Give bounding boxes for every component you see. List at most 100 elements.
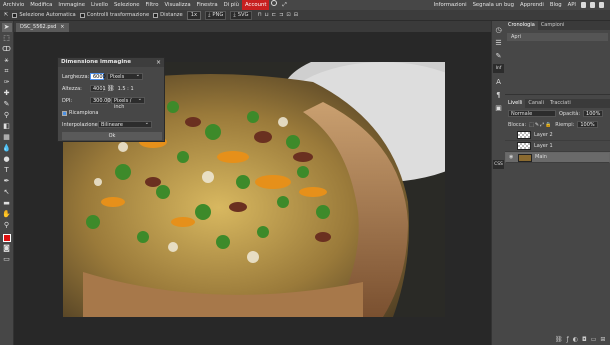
path-select-tool-icon[interactable]: ↖	[2, 188, 12, 197]
tab-history[interactable]: Cronologia	[505, 21, 538, 30]
close-icon[interactable]: ×	[60, 23, 64, 32]
menu-select[interactable]: Selezione	[111, 0, 142, 10]
history-item[interactable]: Apri	[507, 33, 608, 41]
resample-checkbox[interactable]	[62, 110, 67, 116]
eraser-tool-icon[interactable]: ◧	[2, 122, 12, 131]
quick-mask-icon[interactable]: ◙	[2, 244, 12, 253]
paragraph-icon[interactable]: ¶	[494, 90, 503, 99]
menu-learn[interactable]: Apprendi	[517, 0, 547, 10]
menu-api[interactable]: API	[565, 0, 579, 10]
magic-wand-tool-icon[interactable]: ⚹	[2, 56, 12, 65]
width-unit-select[interactable]: Pixels	[107, 72, 143, 80]
new-layer-icon[interactable]: ⊞	[600, 336, 605, 343]
zoom-tool-icon[interactable]: ⚲	[2, 221, 12, 230]
shape-tool-icon[interactable]: ▬	[2, 199, 12, 208]
screen-mode-icon[interactable]: ▭	[2, 255, 12, 264]
width-input[interactable]: 6000	[90, 73, 106, 80]
layer-row[interactable]: ◉ Main	[505, 152, 610, 163]
fill-input[interactable]: 100%	[577, 121, 598, 128]
menu-bar: Archivio Modifica Immagine Livello Selez…	[0, 0, 610, 10]
adjustment-icon[interactable]: ◐	[573, 336, 578, 343]
crop-tool-icon[interactable]: ⌗	[2, 67, 12, 76]
lasso-tool-icon[interactable]: ↀ	[2, 45, 12, 54]
link-icon[interactable]: ⛓	[107, 85, 115, 92]
eyedropper-tool-icon[interactable]: ✑	[2, 78, 12, 87]
align-icons[interactable]: ⊓⊔⊏⊐⊡⊟	[258, 12, 301, 18]
eye-icon[interactable]: ◉	[509, 154, 515, 161]
twitter-icon[interactable]	[590, 2, 595, 8]
zoom-select[interactable]: 1x	[186, 10, 202, 20]
folder-icon[interactable]: ▭	[591, 336, 597, 343]
css-panel-button[interactable]: CSS	[493, 160, 504, 169]
close-icon[interactable]: ×	[156, 59, 161, 66]
lock-icons[interactable]: ⬚✎⤢🔒	[529, 122, 552, 128]
layer-actions: ⛓ ƒ ◐ ◘ ▭ ⊞ 🗑	[555, 336, 610, 343]
layer-row[interactable]: Layer 2	[505, 130, 610, 141]
search-icon[interactable]	[271, 0, 278, 6]
foreground-color-swatch[interactable]	[2, 234, 11, 242]
fullscreen-icon[interactable]: ⤢	[279, 0, 289, 10]
opacity-label: Opacità:	[559, 110, 581, 117]
layer-effects-icon[interactable]: ƒ	[567, 336, 569, 343]
dpi-input[interactable]: 300.000	[90, 97, 114, 104]
menu-filter[interactable]: Filtro	[142, 0, 161, 10]
distances-label: Distanze	[160, 12, 183, 18]
export-png-button[interactable]: ⤓ PNG	[205, 10, 227, 20]
character-icon[interactable]: A	[494, 77, 503, 86]
hand-tool-icon[interactable]: ✋	[2, 210, 12, 219]
mask-icon[interactable]: ◘	[582, 336, 587, 343]
tab-channels[interactable]: Canali	[525, 99, 547, 108]
marquee-tool-icon[interactable]: ⬚	[2, 34, 12, 43]
tab-swatches[interactable]: Campioni	[538, 21, 568, 30]
brush-tool-icon[interactable]: ✎	[2, 100, 12, 109]
menu-layer[interactable]: Livello	[88, 0, 111, 10]
auto-select-checkbox[interactable]: Selezione Automatica	[12, 12, 76, 18]
export-svg-button[interactable]: ⤓ SVG	[230, 10, 252, 20]
history-icon[interactable]: ◷	[494, 25, 503, 34]
facebook-icon[interactable]	[599, 2, 604, 8]
menu-blog[interactable]: Blog	[547, 0, 565, 10]
menu-file[interactable]: Archivio	[0, 0, 27, 10]
image-icon[interactable]: ▣	[494, 103, 503, 112]
swatches-icon[interactable]: ☰	[494, 38, 503, 47]
healing-tool-icon[interactable]: ✚	[2, 89, 12, 98]
link-layers-icon[interactable]: ⛓	[555, 336, 563, 343]
menu-report-bug[interactable]: Segnala un bug	[470, 0, 517, 10]
distances-checkbox[interactable]: Distanze	[153, 12, 183, 18]
move-tool-icon[interactable]: ➤	[1, 23, 12, 32]
clone-stamp-tool-icon[interactable]: ⚲	[2, 111, 12, 120]
dpi-row: DPI: 300.000 Pixels / inch	[62, 96, 145, 110]
interpolation-select[interactable]: Bilineare	[98, 120, 152, 128]
dialog-title: Dimensione immagine	[58, 58, 164, 67]
height-input[interactable]: 4001	[90, 85, 106, 92]
document-tab[interactable]: DSC_5562.psd ×	[16, 23, 69, 32]
menu-about[interactable]: Informazioni	[431, 0, 470, 10]
layer-blend-row: Normale Opacità: 100%	[505, 108, 610, 119]
gradient-tool-icon[interactable]: ▦	[2, 133, 12, 142]
brush-settings-icon[interactable]: ✎	[494, 51, 503, 60]
menu-account[interactable]: Account	[242, 0, 270, 10]
pen-tool-icon[interactable]: ✒	[2, 177, 12, 186]
toolbar: ➤ ⬚ ↀ ⚹ ⌗ ✑ ✚ ✎ ⚲ ◧ ▦ 💧 ● T ✒ ↖ ▬ ✋ ⚲ ◙ …	[0, 21, 14, 345]
info-panel-button[interactable]: Inf	[493, 64, 504, 73]
menu-image[interactable]: Immagine	[55, 0, 88, 10]
dpi-unit-select[interactable]: Pixels / inch	[111, 96, 145, 110]
transform-controls-checkbox[interactable]: Controlli trasformazione	[79, 12, 149, 18]
menu-view[interactable]: Visualizza	[161, 0, 193, 10]
blend-mode-select[interactable]: Normale	[508, 110, 556, 117]
menu-more[interactable]: Di più	[221, 0, 242, 10]
history-list: Apri	[505, 33, 610, 95]
type-tool-icon[interactable]: T	[2, 166, 12, 175]
menu-edit[interactable]: Modifica	[27, 0, 55, 10]
tab-layers[interactable]: Livelli	[505, 99, 526, 108]
menu-window[interactable]: Finestra	[194, 0, 221, 10]
ok-button[interactable]: Ok	[62, 132, 162, 140]
blur-tool-icon[interactable]: 💧	[2, 144, 12, 153]
image-size-dialog: Dimensione immagine × Larghezza: 6000 Pi…	[57, 57, 165, 142]
reddit-icon[interactable]	[581, 2, 586, 8]
history-tabs: Cronologia Campioni	[505, 21, 610, 30]
tab-paths[interactable]: Tracciati	[547, 99, 574, 108]
layer-row[interactable]: Layer 1	[505, 141, 610, 152]
dodge-tool-icon[interactable]: ●	[2, 155, 12, 164]
opacity-input[interactable]: 100%	[583, 110, 604, 117]
